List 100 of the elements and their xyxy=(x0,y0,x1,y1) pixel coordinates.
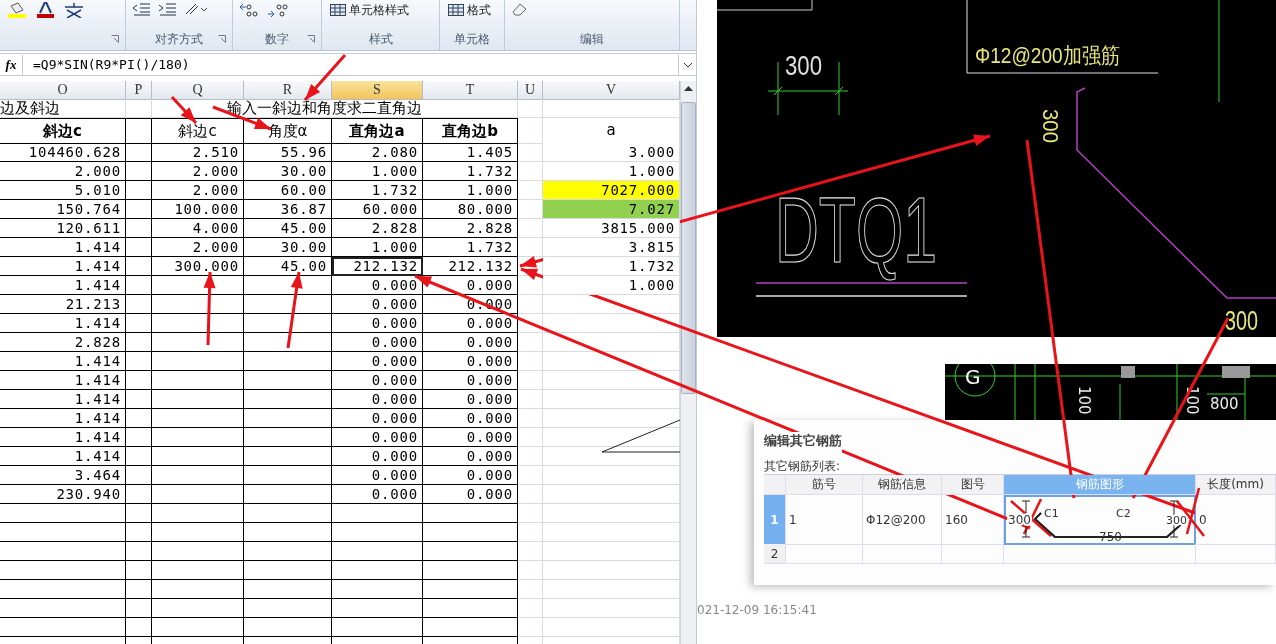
decrease-indent-icon[interactable] xyxy=(132,2,152,16)
dimension-text: 300 xyxy=(785,50,832,81)
list-label: 其它钢筋列表: xyxy=(764,458,842,474)
table-cell xyxy=(126,181,152,200)
annotation-arrow xyxy=(170,96,198,124)
table-cell: 1.000 xyxy=(543,276,680,295)
dialog-launcher-icon[interactable] xyxy=(111,35,119,43)
table-cell: 0.000 xyxy=(423,428,518,447)
table-cell xyxy=(126,447,152,466)
row-header[interactable]: 2 xyxy=(764,544,786,564)
decrease-decimal-icon[interactable] xyxy=(267,2,289,18)
table-cell xyxy=(518,314,543,333)
table-cell: 2.080 xyxy=(332,143,423,162)
fill-color-icon[interactable] xyxy=(6,2,28,18)
table-cell: 1.414 xyxy=(0,314,126,333)
table-cell xyxy=(126,276,152,295)
format-button[interactable]: 格式 xyxy=(446,2,493,18)
table-cell: 120.611 xyxy=(0,219,126,238)
phonetic-guide-icon[interactable] xyxy=(62,2,86,18)
group-label: 单元格 xyxy=(454,30,490,48)
table-cell: 1.405 xyxy=(423,143,518,162)
table-cell xyxy=(518,99,543,118)
table-cell xyxy=(518,428,543,447)
table-cell xyxy=(126,118,152,144)
table-cell: 2.828 xyxy=(0,333,126,352)
dialog-launcher-icon[interactable] xyxy=(307,35,315,43)
table-cell: 0.000 xyxy=(332,390,423,409)
table-cell: 1.000 xyxy=(423,181,518,200)
table-cell xyxy=(126,561,152,580)
table-cell xyxy=(518,390,543,409)
column-header[interactable]: T xyxy=(423,81,518,100)
table-cell xyxy=(126,618,152,637)
table-cell xyxy=(126,371,152,390)
table-cell xyxy=(126,295,152,314)
column-header[interactable]: U xyxy=(518,81,543,100)
table-cell xyxy=(518,485,543,504)
table-cell xyxy=(126,257,152,276)
table-cell: 4.000 xyxy=(152,219,244,238)
table-cell xyxy=(126,238,152,257)
column-marker xyxy=(1222,366,1250,378)
group-label: 编辑 xyxy=(580,30,604,48)
font-color-icon[interactable] xyxy=(34,2,56,18)
function-label[interactable]: fx xyxy=(0,56,22,73)
table-cell: 2.000 xyxy=(0,162,126,181)
column-header[interactable]: 长度(mm) xyxy=(1196,475,1276,495)
increase-decimal-icon[interactable] xyxy=(239,2,261,18)
table-cell xyxy=(126,314,152,333)
formula-field[interactable]: =Q9*SIN(R9*PI()/180) xyxy=(22,54,679,75)
table-cell xyxy=(126,162,152,181)
group-label: 样式 xyxy=(368,30,393,48)
increase-indent-icon[interactable] xyxy=(158,2,178,16)
column-header[interactable]: 图号 xyxy=(942,475,1004,495)
table-cell: 45.00 xyxy=(244,257,332,276)
table-cell: 0.000 xyxy=(332,352,423,371)
table-cell: 0.000 xyxy=(332,428,423,447)
rebar-note: Φ12@200加强筋 xyxy=(975,43,1143,68)
column-header[interactable]: P xyxy=(126,81,152,100)
table-cell: 0.000 xyxy=(423,485,518,504)
table-cell: 1.732 xyxy=(332,181,423,200)
table-cell: 0.000 xyxy=(332,447,423,466)
drawing-title: DTQ1 xyxy=(775,179,1021,281)
scrollbar[interactable] xyxy=(680,81,696,644)
table-cell: 7027.000 xyxy=(543,181,680,200)
table-cell: 2.000 xyxy=(152,181,244,200)
axis-label: G xyxy=(965,365,981,389)
column-header[interactable]: O xyxy=(0,81,126,100)
table-cell xyxy=(942,544,1004,564)
column-header[interactable]: Q xyxy=(152,81,244,100)
table-cell[interactable]: 212.132 xyxy=(332,257,423,276)
table-cell: 1.000 xyxy=(332,238,423,257)
column-heading: 直角边b xyxy=(423,118,518,144)
dimension-text: C2 xyxy=(1116,507,1131,520)
table-cell: 0.000 xyxy=(423,333,518,352)
table-cell: 100.000 xyxy=(152,200,244,219)
table-cell: 0.000 xyxy=(423,352,518,371)
table-cell xyxy=(518,295,543,314)
table-cell xyxy=(518,371,543,390)
column-header[interactable]: S xyxy=(332,81,423,100)
orientation-icon[interactable] xyxy=(184,2,208,16)
table-cell: 1.414 xyxy=(0,390,126,409)
table-cell xyxy=(126,485,152,504)
table-cell xyxy=(126,409,152,428)
table-cell: 0.000 xyxy=(332,295,423,314)
table-cell xyxy=(518,118,543,144)
cell-styles-button[interactable]: 单元格样式 xyxy=(328,2,411,18)
table-cell xyxy=(126,390,152,409)
table-cell: 7.027 xyxy=(543,200,680,219)
column-header[interactable]: 钢筋信息 xyxy=(863,475,942,495)
column-heading: 直角边a xyxy=(332,118,423,144)
table-cell xyxy=(518,447,543,466)
table-cell: 30.00 xyxy=(244,162,332,181)
scroll-thumb[interactable] xyxy=(681,102,696,394)
table-cell xyxy=(126,504,152,523)
dimension-text: C1 xyxy=(1044,507,1059,520)
column-heading: 斜边c xyxy=(0,118,126,144)
dimension-text: 100 xyxy=(1183,386,1201,415)
column-header[interactable]: 筋号 xyxy=(786,475,863,495)
table-cell: 80.000 xyxy=(423,200,518,219)
table-cell xyxy=(518,618,543,637)
dialog-launcher-icon[interactable] xyxy=(218,35,226,43)
